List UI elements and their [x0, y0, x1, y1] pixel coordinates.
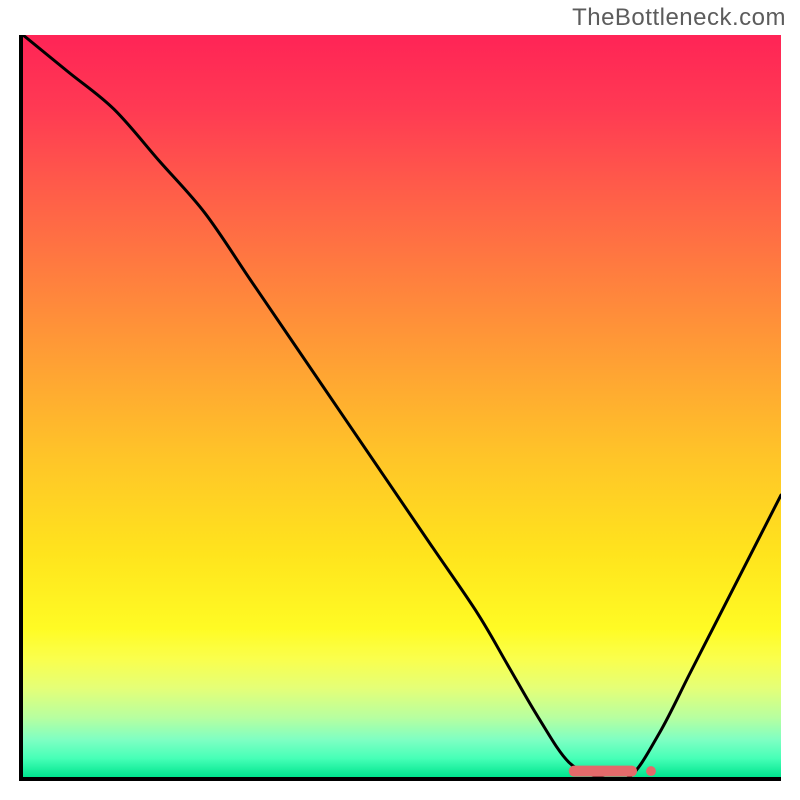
- chart-container: TheBottleneck.com: [0, 0, 800, 800]
- watermark-text: TheBottleneck.com: [572, 4, 786, 32]
- bottleneck-curve: [23, 35, 781, 777]
- plot-area: [23, 35, 781, 777]
